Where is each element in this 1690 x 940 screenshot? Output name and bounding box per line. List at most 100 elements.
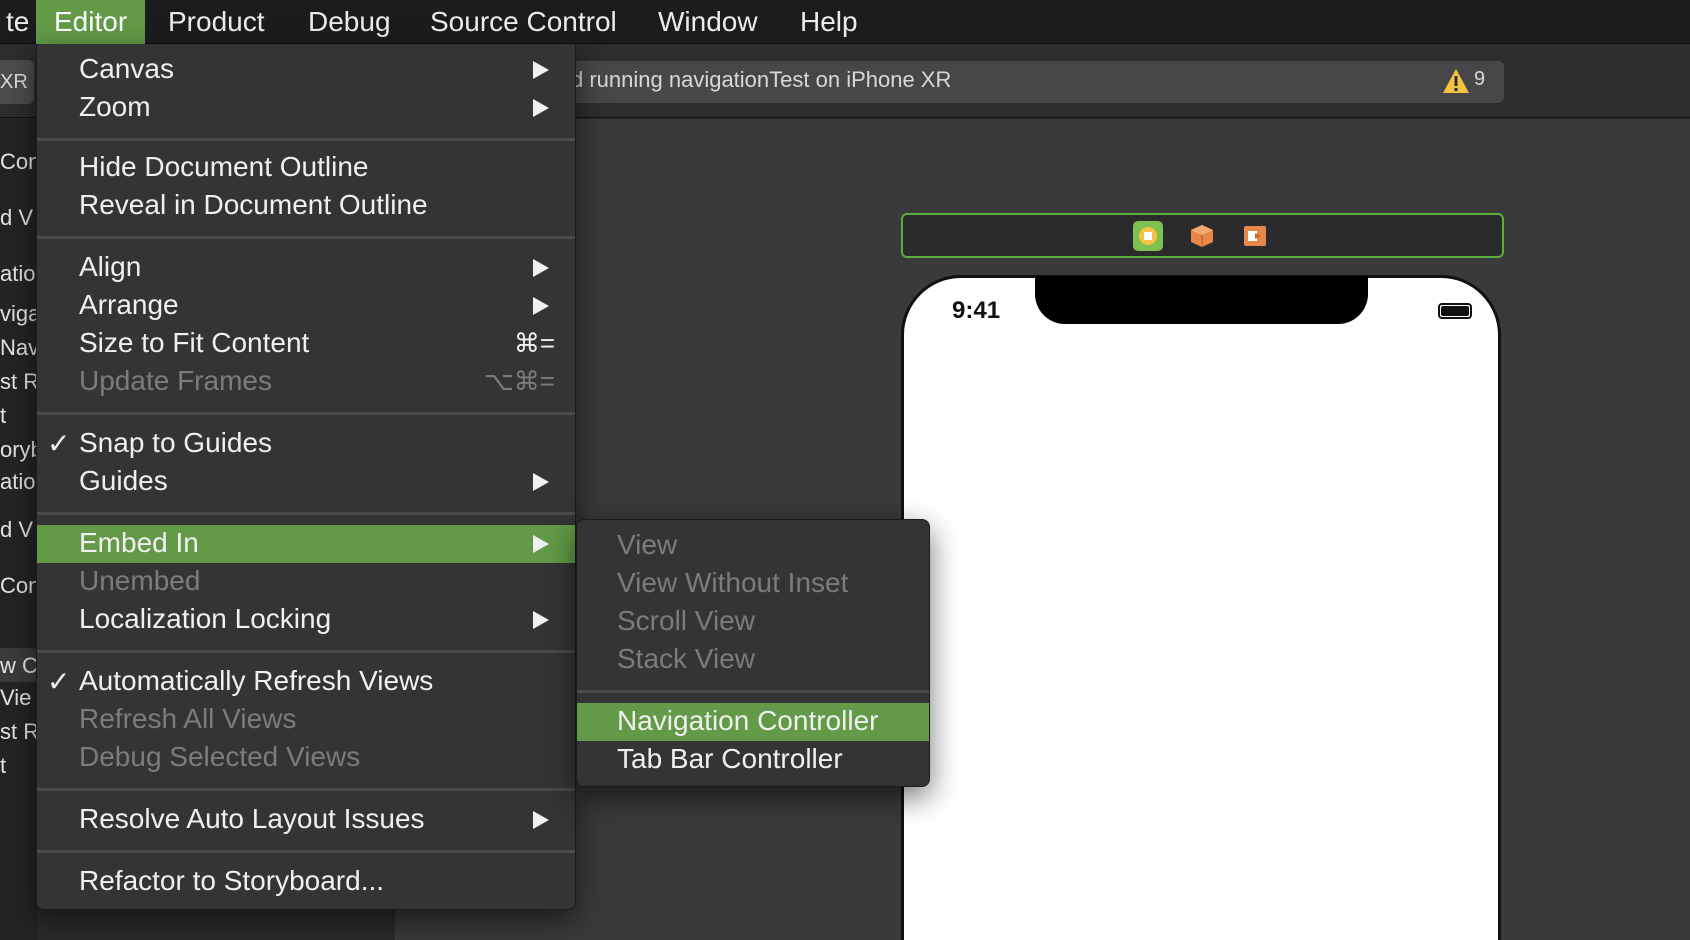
menu-separator xyxy=(577,690,929,693)
menu-separator xyxy=(37,236,575,239)
submenu-arrow-icon xyxy=(533,535,549,553)
iphone-scene[interactable] xyxy=(901,275,1501,940)
activity-status-text: d running navigationTest on iPhone XR xyxy=(571,67,952,92)
status-bar-time: 9:41 xyxy=(952,297,1001,324)
menu-item-debug-selected-views: Debug Selected Views xyxy=(37,739,575,777)
checkmark-icon: ✓ xyxy=(47,666,71,697)
outline-row[interactable]: w C xyxy=(0,653,38,679)
warning-count: 9 xyxy=(1474,68,1486,90)
scheme-destination-label: XR xyxy=(0,71,28,93)
menu-item-resolve-auto-layout-issues[interactable]: Resolve Auto Layout Issues xyxy=(37,801,575,839)
submenu-item-scroll-view: Scroll View xyxy=(577,603,929,641)
menu-item-unembed: Unembed xyxy=(37,563,575,601)
menu-item-label: Scroll View xyxy=(617,605,755,636)
submenu-item-navigation-controller[interactable]: Navigation Controller xyxy=(577,703,929,741)
battery-icon xyxy=(1438,303,1472,319)
warning-icon[interactable] xyxy=(1442,68,1470,94)
menu-bar: te Editor Product Debug Source Control W… xyxy=(0,0,1690,44)
keyboard-shortcut: ⌘= xyxy=(513,328,555,358)
menu-item-label: Size to Fit Content xyxy=(79,327,310,358)
xcode-window: te Editor Product Debug Source Control W… xyxy=(0,0,1690,940)
submenu-arrow-icon xyxy=(533,259,549,277)
menu-item-hide-document-outline[interactable]: Hide Document Outline xyxy=(37,149,575,187)
document-outline: Con d V atio viga Nav st R t oryb atio d… xyxy=(0,119,43,940)
first-responder-icon[interactable] xyxy=(1186,220,1218,252)
menu-debug[interactable]: Debug xyxy=(290,0,409,44)
outline-row[interactable]: Con xyxy=(0,573,40,599)
iphone-notch xyxy=(1035,276,1368,324)
submenu-item-view-without-inset: View Without Inset xyxy=(577,565,929,603)
outline-row[interactable]: atio xyxy=(0,261,35,287)
menu-item-guides[interactable]: Guides xyxy=(37,463,575,501)
outline-row[interactable]: d V xyxy=(0,205,33,231)
menu-item-label: Snap to Guides xyxy=(79,427,273,458)
menu-item-label: Zoom xyxy=(79,91,151,122)
outline-row[interactable]: Vie xyxy=(0,685,31,711)
menu-item-label: Align xyxy=(79,251,142,282)
menu-item-label: Hide Document Outline xyxy=(79,151,369,182)
menu-product[interactable]: Product xyxy=(150,0,283,44)
submenu-item-view: View xyxy=(577,527,929,565)
outline-row[interactable]: t xyxy=(0,403,6,429)
exit-icon[interactable] xyxy=(1239,220,1271,252)
menu-item-arrange[interactable]: Arrange xyxy=(37,287,575,325)
submenu-arrow-icon xyxy=(533,611,549,629)
menu-item-embed-in[interactable]: Embed In xyxy=(37,525,575,563)
scene-dock[interactable] xyxy=(901,213,1504,258)
menu-item-label: Arrange xyxy=(79,289,179,320)
menu-item-reveal-in-document-outline[interactable]: Reveal in Document Outline xyxy=(37,187,575,225)
menu-separator xyxy=(37,138,575,141)
menu-item-refresh-all-views: Refresh All Views xyxy=(37,701,575,739)
menu-item-label: Resolve Auto Layout Issues xyxy=(79,803,425,834)
menu-item-snap-to-guides[interactable]: ✓ Snap to Guides xyxy=(37,425,575,463)
submenu-arrow-icon xyxy=(533,99,549,117)
outline-row[interactable]: Con xyxy=(0,149,40,175)
menu-item-label: Automatically Refresh Views xyxy=(79,665,434,696)
menu-window[interactable]: Window xyxy=(640,0,776,44)
menu-item-size-to-fit-content[interactable]: Size to Fit Content ⌘= xyxy=(37,325,575,363)
menu-separator xyxy=(37,650,575,653)
menu-item-zoom[interactable]: Zoom xyxy=(37,89,575,127)
menu-item-label: Localization Locking xyxy=(79,603,332,634)
menu-item-automatically-refresh-views[interactable]: ✓ Automatically Refresh Views xyxy=(37,663,575,701)
menu-separator xyxy=(37,850,575,853)
menu-item-label: Embed In xyxy=(79,527,199,558)
menu-item-update-frames: Update Frames ⌥⌘= xyxy=(37,363,575,401)
menu-separator xyxy=(37,788,575,791)
outline-row[interactable]: d V xyxy=(0,517,33,543)
menu-item-label: Navigation Controller xyxy=(617,705,879,736)
menu-item-label: Refactor to Storyboard... xyxy=(79,865,385,896)
menu-source-control[interactable]: Source Control xyxy=(412,0,635,44)
view-controller-icon[interactable] xyxy=(1132,220,1164,252)
menu-item-align[interactable]: Align xyxy=(37,249,575,287)
submenu-item-stack-view: Stack View xyxy=(577,641,929,679)
submenu-arrow-icon xyxy=(533,473,549,491)
menu-item-label: Canvas xyxy=(79,53,174,84)
menu-item-canvas[interactable]: Canvas xyxy=(37,51,575,89)
scheme-destination-button[interactable]: XR xyxy=(0,60,34,104)
menu-help[interactable]: Help xyxy=(782,0,876,44)
submenu-arrow-icon xyxy=(533,61,549,79)
outline-row[interactable]: viga xyxy=(0,301,40,327)
outline-row[interactable]: t xyxy=(0,753,6,779)
menu-item-refactor-to-storyboard[interactable]: Refactor to Storyboard... xyxy=(37,863,575,901)
outline-row[interactable]: st R xyxy=(0,369,39,395)
menu-separator xyxy=(37,512,575,515)
checkmark-icon: ✓ xyxy=(47,428,71,459)
menu-item-label: Refresh All Views xyxy=(79,703,297,734)
menu-item-label: Debug Selected Views xyxy=(79,741,361,772)
menu-item-label: Stack View xyxy=(617,643,755,674)
menu-editor[interactable]: Editor xyxy=(36,0,146,44)
menu-item-label: Reveal in Document Outline xyxy=(79,189,428,220)
outline-row[interactable]: st R xyxy=(0,719,39,745)
outline-row[interactable]: Nav xyxy=(0,335,39,361)
editor-menu: Canvas Zoom Hide Document Outline Reveal… xyxy=(36,44,576,910)
menu-item-localization-locking[interactable]: Localization Locking xyxy=(37,601,575,639)
submenu-item-tab-bar-controller[interactable]: Tab Bar Controller xyxy=(577,741,929,779)
embed-in-submenu: View View Without Inset Scroll View Stac… xyxy=(576,519,930,787)
submenu-arrow-icon xyxy=(533,297,549,315)
menu-item-label: Guides xyxy=(79,465,168,496)
menu-item-label: Unembed xyxy=(79,565,201,596)
keyboard-shortcut: ⌥⌘= xyxy=(483,366,555,396)
outline-row[interactable]: atio xyxy=(0,469,35,495)
